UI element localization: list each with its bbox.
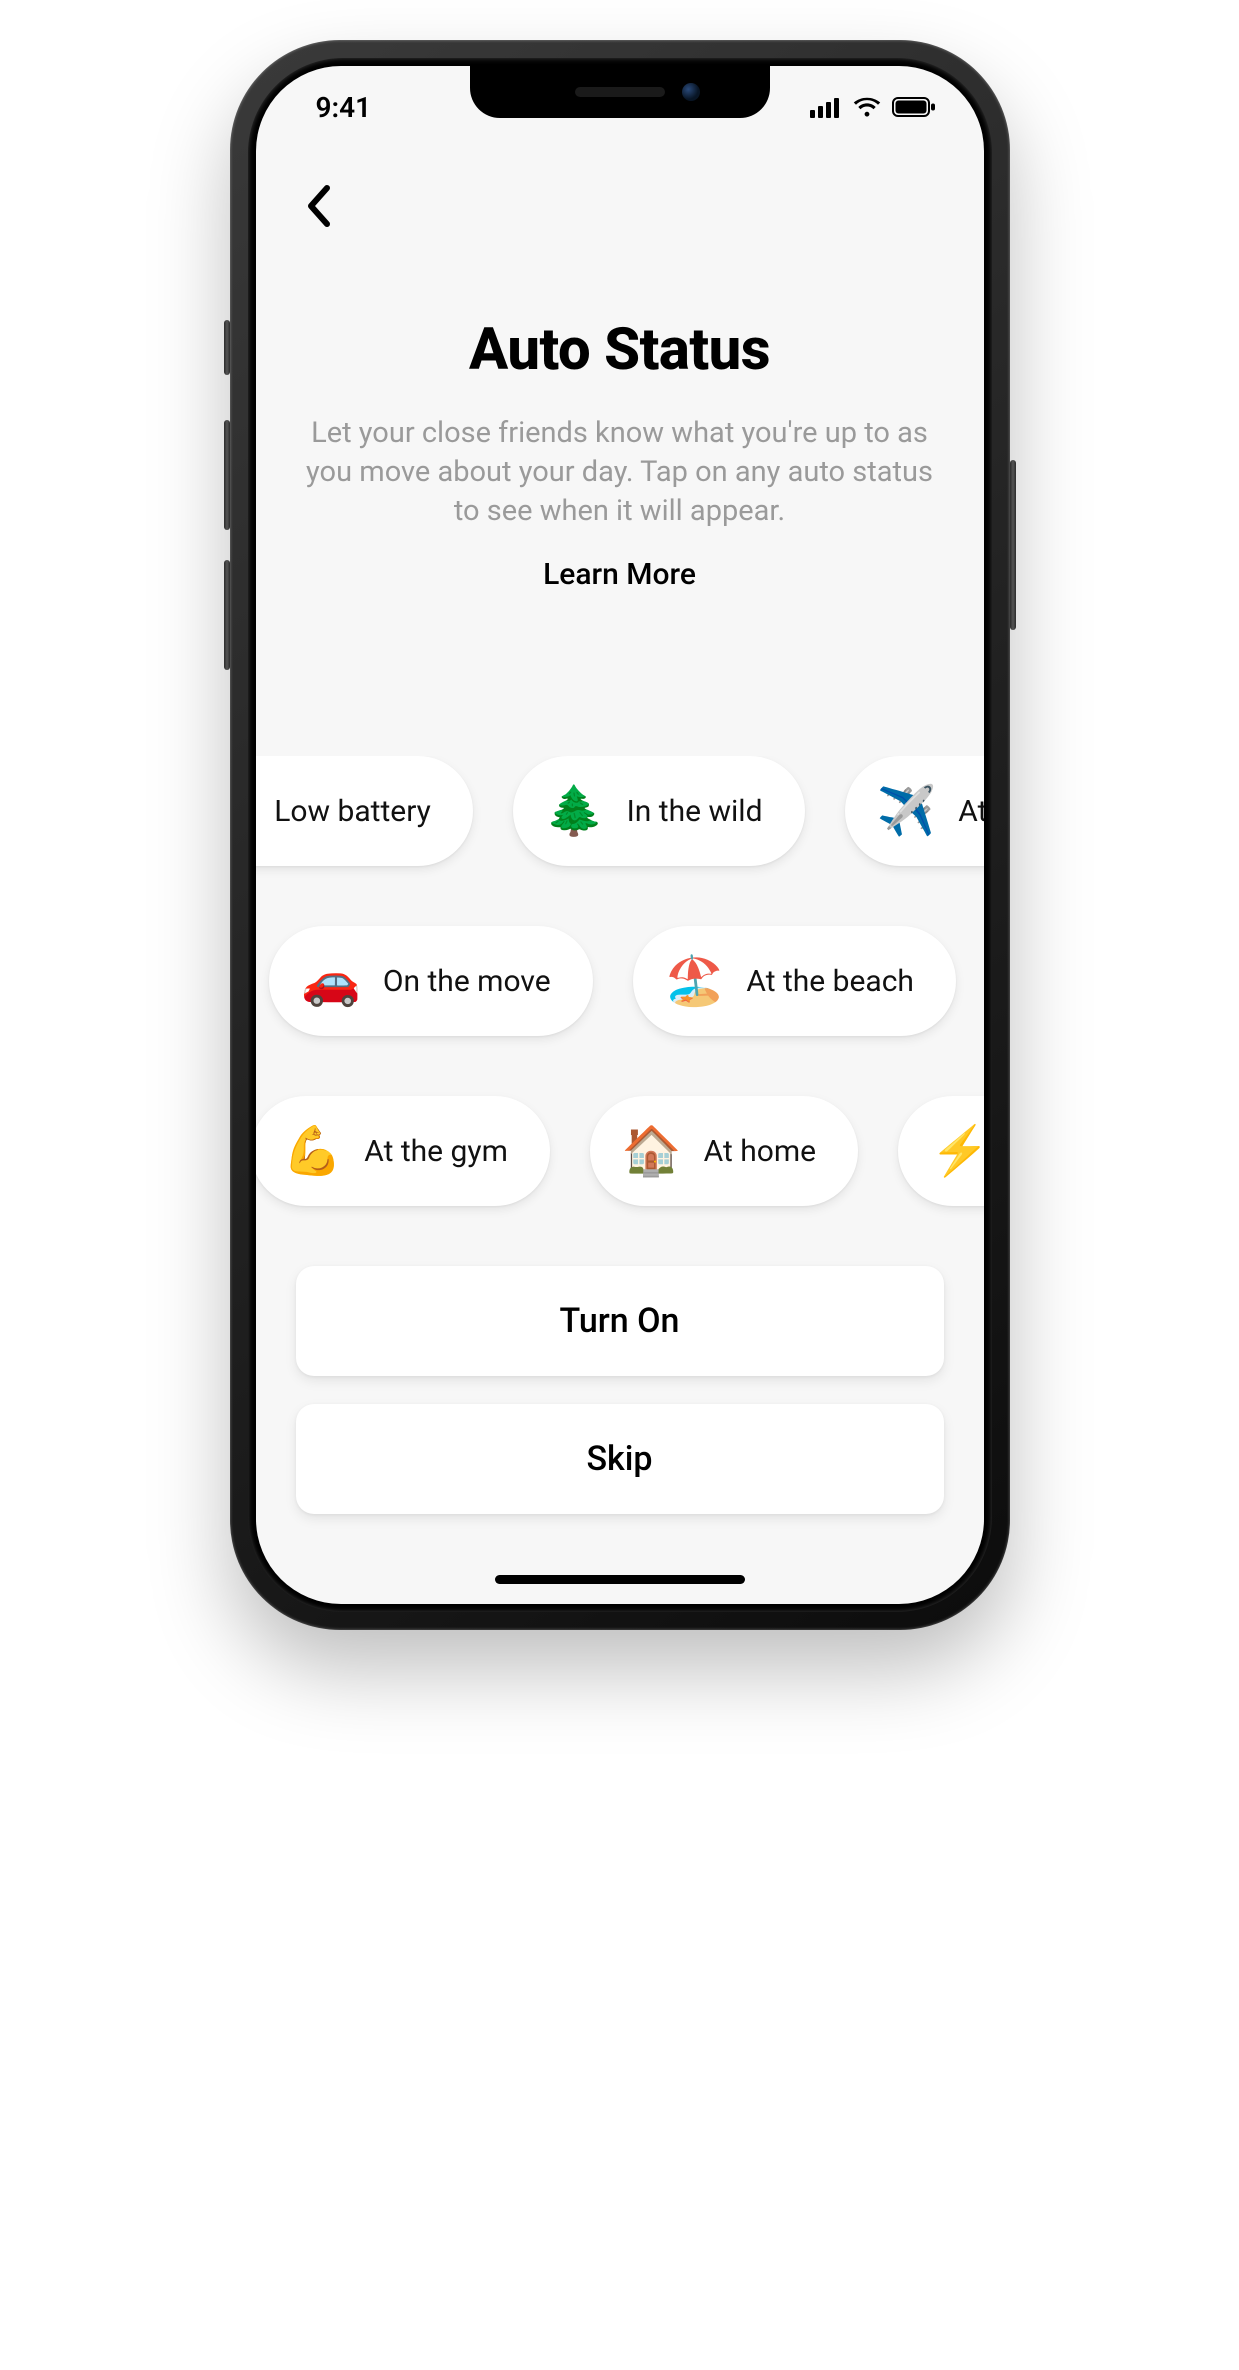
cellular-icon bbox=[810, 96, 842, 118]
status-time: 9:41 bbox=[298, 87, 372, 124]
speaker-grille bbox=[575, 87, 665, 97]
chevron-left-icon bbox=[303, 184, 333, 228]
side-button-silent bbox=[224, 320, 230, 375]
chip-on-the-move[interactable]: 🚗 On the move bbox=[269, 926, 593, 1036]
lightning-icon: ⚡ bbox=[930, 1127, 983, 1175]
side-button-volume-down bbox=[224, 560, 230, 670]
turn-on-button[interactable]: Turn On bbox=[296, 1266, 944, 1376]
page-title: Auto Status bbox=[296, 316, 944, 384]
side-button-power bbox=[1010, 460, 1016, 630]
chip-label: At the gym bbox=[364, 1134, 508, 1169]
status-chips-area: 🔌 Low battery 🌲 In the wild ✈️ At t bbox=[256, 756, 984, 1246]
chip-at-the-gym[interactable]: 💪 At the gym bbox=[256, 1096, 550, 1206]
phone-frame: 9:41 bbox=[230, 40, 1010, 1630]
chip-in-the-wild[interactable]: 🌲 In the wild bbox=[513, 756, 805, 866]
battery-icon bbox=[892, 96, 936, 118]
notch bbox=[470, 66, 770, 118]
chip-row-2: ping 🚗 On the move 🏖️ At the beach bbox=[256, 926, 956, 1036]
chip-row-3: 💪 At the gym 🏠 At home ⚡ Ch bbox=[256, 1096, 984, 1206]
chip-row-1: 🔌 Low battery 🌲 In the wild ✈️ At t bbox=[256, 756, 984, 866]
chip-charging[interactable]: ⚡ Ch bbox=[898, 1096, 983, 1206]
airplane-icon: ✈️ bbox=[877, 787, 937, 835]
side-button-volume-up bbox=[224, 420, 230, 530]
learn-more-link[interactable]: Learn More bbox=[543, 557, 696, 592]
chip-label: On the move bbox=[383, 964, 551, 999]
chip-label: At home bbox=[704, 1134, 816, 1169]
page-subtitle: Let your close friends know what you're … bbox=[296, 414, 944, 531]
screen: 9:41 bbox=[256, 66, 984, 1604]
chip-label: At the beach bbox=[746, 964, 914, 999]
chip-label: Low battery bbox=[274, 794, 431, 829]
chip-low-battery[interactable]: 🔌 Low battery bbox=[256, 756, 473, 866]
home-indicator[interactable] bbox=[495, 1575, 745, 1584]
status-icons bbox=[810, 92, 942, 118]
car-icon: 🚗 bbox=[301, 957, 361, 1005]
beach-icon: 🏖️ bbox=[665, 957, 725, 1005]
wifi-icon bbox=[852, 96, 882, 118]
back-button[interactable] bbox=[288, 176, 348, 236]
front-camera bbox=[682, 83, 700, 101]
chip-label: In the wild bbox=[627, 794, 763, 829]
chip-at-the-beach[interactable]: 🏖️ At the beach bbox=[633, 926, 956, 1036]
skip-button[interactable]: Skip bbox=[296, 1404, 944, 1514]
chip-at-home[interactable]: 🏠 At home bbox=[590, 1096, 858, 1206]
house-icon: 🏠 bbox=[622, 1127, 682, 1175]
bottom-buttons: Turn On Skip bbox=[296, 1266, 944, 1514]
tree-icon: 🌲 bbox=[545, 787, 605, 835]
muscle-icon: 💪 bbox=[283, 1127, 343, 1175]
chip-label: At t bbox=[958, 794, 983, 829]
chip-at-airport[interactable]: ✈️ At t bbox=[845, 756, 984, 866]
